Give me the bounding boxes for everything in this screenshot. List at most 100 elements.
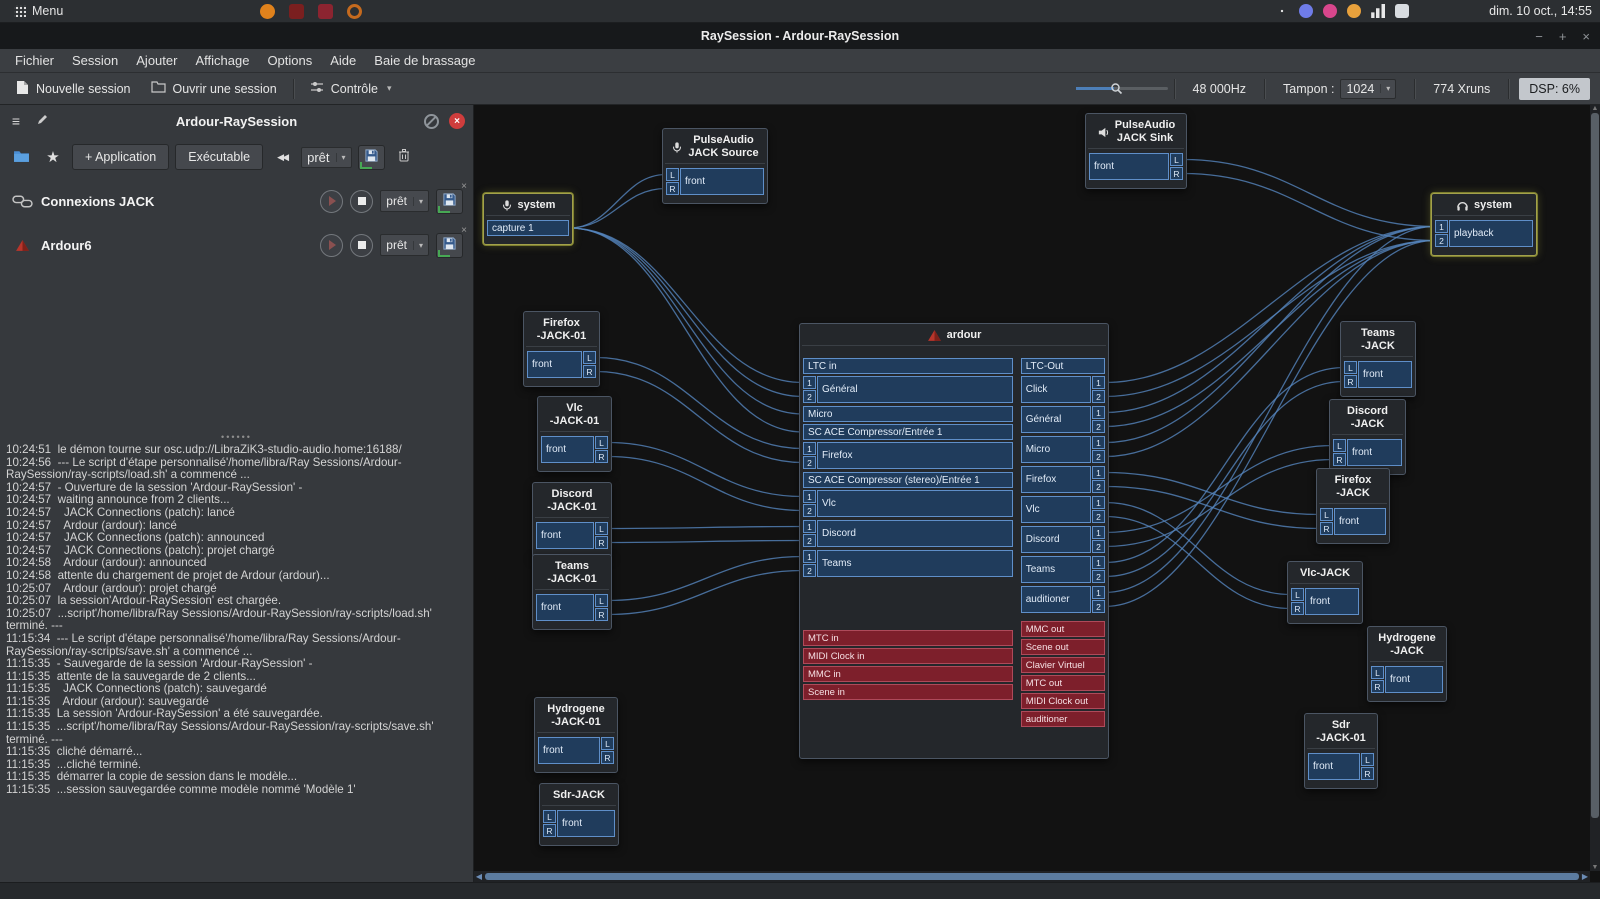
connection-wire[interactable] — [569, 175, 666, 229]
port-front-tab-R[interactable]: R — [1291, 602, 1304, 615]
hscroll-thumb[interactable] — [485, 873, 1579, 880]
port-front-tab-R[interactable]: R — [1333, 453, 1346, 466]
minimize-button[interactable]: − — [1535, 29, 1543, 44]
menu-item-fichier[interactable]: Fichier — [6, 51, 63, 70]
node-vlc_jack[interactable]: Vlc-JACKLRfront — [1287, 561, 1363, 624]
node-system_l[interactable]: systemcapture 1 — [483, 193, 573, 245]
port-front-tab-L[interactable]: L — [1291, 588, 1304, 601]
port-out_discord-label[interactable]: Discord — [1021, 526, 1091, 553]
port-in_discord-tab-2[interactable]: 2 — [803, 534, 816, 547]
port-in_vlc-tab-2[interactable]: 2 — [803, 504, 816, 517]
clock[interactable]: dim. 10 oct., 14:55 — [1489, 4, 1592, 18]
panel-splitter[interactable]: •••••• — [0, 432, 473, 442]
node-pulse_src[interactable]: PulseAudioJACK SourceLRfront — [662, 128, 768, 204]
rewind-button[interactable]: ◀◀ — [269, 145, 295, 169]
connection-wire[interactable] — [569, 189, 666, 229]
port-out_micro-label[interactable]: Micro — [1021, 436, 1091, 463]
port-front-tab-R[interactable]: R — [595, 536, 608, 549]
client-stop-button[interactable] — [350, 234, 373, 257]
port-out_firefox-tab-1[interactable]: 1 — [1092, 466, 1105, 479]
clipboard-icon[interactable] — [1395, 4, 1409, 18]
connection-wire[interactable] — [1105, 368, 1344, 563]
port-in_mmc-box[interactable]: MMC in — [803, 666, 1013, 682]
connection-wire[interactable] — [608, 457, 803, 511]
port-out_clavier-box[interactable]: Clavier Virtuel — [1021, 657, 1105, 673]
port-front-tab-R[interactable]: R — [1371, 680, 1384, 693]
port-front-tab-L[interactable]: L — [595, 594, 608, 607]
port-out_auditioner-tab-1[interactable]: 1 — [1092, 586, 1105, 599]
buffer-size-select[interactable]: 1024▾ — [1340, 79, 1396, 99]
node-tm01[interactable]: Teams-JACK-01frontLR — [532, 554, 612, 630]
close-button[interactable]: × — [1582, 29, 1590, 44]
port-out_mtc-box[interactable]: MTC out — [1021, 675, 1105, 691]
port-in_discord-tab-1[interactable]: 1 — [803, 520, 816, 533]
session-status-select[interactable]: prêt▾ — [301, 147, 351, 168]
connection-wire[interactable] — [1105, 487, 1320, 529]
scroll-left-icon[interactable]: ◀ — [474, 872, 484, 881]
client-status-select[interactable]: prêt▾ — [380, 234, 429, 256]
mixer-app-icon[interactable] — [318, 4, 333, 19]
user-indicator-icon[interactable] — [1347, 4, 1361, 18]
connection-wire[interactable] — [1105, 446, 1333, 533]
port-out_click-tab-1[interactable]: 1 — [1092, 376, 1105, 389]
port-front-label[interactable]: front — [680, 168, 764, 195]
menu-item-options[interactable]: Options — [258, 51, 321, 70]
port-front-tab-L[interactable]: L — [601, 737, 614, 750]
add-application-button[interactable]: + Application — [72, 144, 169, 170]
system-menu-button[interactable]: Menu — [8, 4, 69, 18]
maximize-button[interactable]: + — [1559, 29, 1567, 44]
port-in_vlc-label[interactable]: Vlc — [817, 490, 1013, 517]
port-playback-tab-2[interactable]: 2 — [1435, 234, 1448, 247]
node-firefox_jack[interactable]: Firefox-JACKLRfront — [1316, 468, 1390, 544]
connection-wire[interactable] — [608, 541, 803, 543]
client-stop-button[interactable] — [350, 190, 373, 213]
raysession-app-icon[interactable] — [347, 4, 362, 19]
port-out_general-label[interactable]: Général — [1021, 406, 1091, 433]
port-playback-tab-1[interactable]: 1 — [1435, 220, 1448, 233]
session-folder-button[interactable] — [8, 145, 34, 169]
connection-wire[interactable] — [569, 228, 803, 383]
ardour-app-icon[interactable] — [289, 4, 304, 19]
new-session-button[interactable]: Nouvelle session — [6, 76, 141, 102]
connection-wire[interactable] — [596, 358, 803, 449]
node-discord_jack[interactable]: Discord-JACKLRfront — [1329, 399, 1406, 475]
port-front-tab-L[interactable]: L — [1361, 753, 1374, 766]
port-in_firefox-tab-1[interactable]: 1 — [803, 442, 816, 455]
dots-grid-icon[interactable] — [1275, 4, 1289, 18]
node-system_r[interactable]: system12playback — [1431, 193, 1537, 256]
menu-item-baie-de-brassage[interactable]: Baie de brassage — [365, 51, 484, 70]
node-pulse_sink[interactable]: PulseAudioJACK SinkfrontLR — [1085, 113, 1187, 189]
xruns-button[interactable]: 774 Xruns — [1421, 82, 1502, 96]
port-front-label[interactable]: front — [541, 436, 594, 463]
horizontal-scrollbar[interactable]: ◀ ▶ — [474, 871, 1590, 882]
port-out_discord-tab-1[interactable]: 1 — [1092, 526, 1105, 539]
patchbay-canvas[interactable]: ▲ ▼ ◀ ▶ systemcapture 1PulseAudioJACK So… — [474, 105, 1600, 882]
connection-wire[interactable] — [1183, 160, 1435, 227]
connection-wire[interactable] — [608, 443, 803, 497]
port-front-tab-R[interactable]: R — [543, 824, 556, 837]
hamburger-menu-button[interactable]: ≡ — [6, 111, 26, 131]
port-front-tab-R[interactable]: R — [595, 450, 608, 463]
save-session-button[interactable] — [358, 145, 385, 170]
port-out_auditioner-tab-2[interactable]: 2 — [1092, 600, 1105, 613]
node-sdr01[interactable]: Sdr-JACK-01frontLR — [1304, 713, 1378, 789]
port-front-label[interactable]: front — [1334, 508, 1386, 535]
open-session-button[interactable]: Ouvrir une session — [141, 77, 287, 100]
close-session-button[interactable]: × — [447, 111, 467, 131]
port-in_firefox-tab-2[interactable]: 2 — [803, 456, 816, 469]
port-front-label[interactable]: front — [536, 522, 594, 549]
port-front-tab-R[interactable]: R — [583, 365, 596, 378]
connection-wire[interactable] — [596, 372, 803, 463]
node-teams_jack[interactable]: Teams-JACKLRfront — [1340, 321, 1416, 397]
port-front-tab-L[interactable]: L — [583, 351, 596, 364]
zoom-slider[interactable] — [1076, 79, 1168, 99]
port-front-label[interactable]: front — [536, 594, 594, 621]
indicator-icon[interactable] — [1323, 4, 1337, 18]
port-front-tab-R[interactable]: R — [595, 608, 608, 621]
port-in_vlc-tab-1[interactable]: 1 — [803, 490, 816, 503]
connection-wire[interactable] — [1105, 382, 1344, 577]
abort-session-button[interactable] — [421, 111, 441, 131]
port-out_vlc-tab-2[interactable]: 2 — [1092, 510, 1105, 523]
node-ardour[interactable]: ardourLTC in12GénéralMicroSC ACE Compres… — [799, 323, 1109, 759]
port-in_mtc-box[interactable]: MTC in — [803, 630, 1013, 646]
